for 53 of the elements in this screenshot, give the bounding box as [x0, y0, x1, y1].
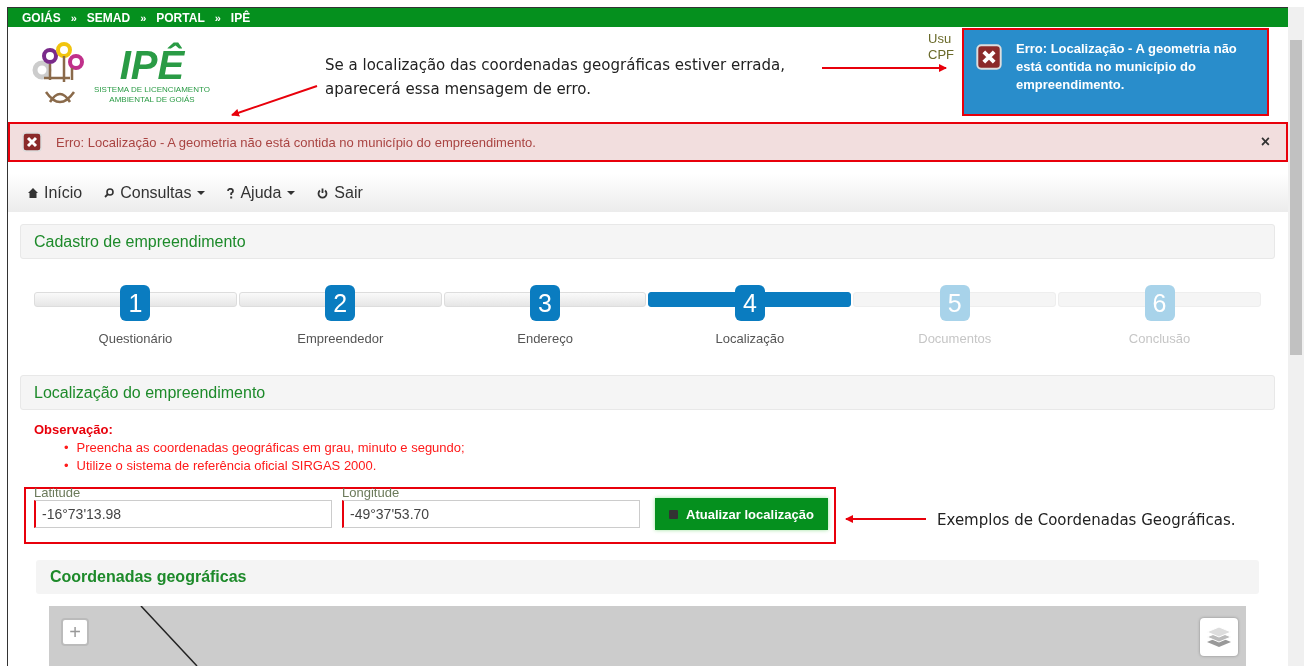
- section-heading: Localização do empreendimento: [20, 375, 1275, 410]
- user-info-text: Usu: [928, 31, 953, 47]
- observation-item: Preencha as coordenadas geográficas em grau, minuto e segundo;: [76, 439, 465, 457]
- breadcrumb-separator: »: [140, 11, 147, 24]
- step-label: Localização: [715, 331, 785, 346]
- observation-title: Observação:: [34, 422, 114, 437]
- field-label: Latitude: [34, 486, 82, 499]
- annotation-text: Exemplos de Coordenadas Geográficas.: [937, 510, 1236, 531]
- zoom-in-button[interactable]: +: [61, 618, 89, 646]
- step-label: Conclusão: [1128, 331, 1191, 346]
- breadcrumb-separator: »: [214, 11, 221, 24]
- step-label: Documentos: [918, 331, 992, 346]
- home-icon: [28, 188, 38, 198]
- breadcrumb-link[interactable]: SEMAD: [86, 10, 131, 25]
- breadcrumb-link[interactable]: GOIÁS: [22, 10, 61, 25]
- bullet: •: [64, 439, 69, 457]
- error-icon: [22, 132, 42, 152]
- map-panel-heading: Coordenadas geográficas: [36, 560, 1259, 594]
- breadcrumb-link[interactable]: PORTAL: [156, 10, 205, 25]
- step-number[interactable]: 4: [734, 285, 765, 321]
- annotation-text: Se a localização das coordenadas geográficas estiver errada, aparecerá essa mensagem de erro.: [325, 55, 786, 100]
- step-label: Endereço: [517, 331, 573, 346]
- coordinate-input[interactable]: -16°73'13.98: [34, 500, 332, 528]
- error-icon: [976, 44, 1002, 70]
- save-icon: [669, 509, 678, 519]
- nav-menu-item[interactable]: Início: [28, 184, 83, 202]
- step-label: Empreendedor: [297, 331, 384, 346]
- update-location-button[interactable]: Atualizar localização: [655, 498, 828, 530]
- layers-button[interactable]: [1200, 618, 1238, 656]
- observation-item: Utilize o sistema de referência oficial SIRGAS 2000.: [76, 457, 377, 475]
- nav-menu-item[interactable]: Sair: [317, 184, 363, 202]
- power-icon: [317, 187, 329, 199]
- layers-icon: [1206, 625, 1232, 649]
- field-label: Longitude: [342, 486, 401, 499]
- scrollbar-thumb[interactable]: [1290, 40, 1302, 355]
- close-button[interactable]: ×: [1256, 133, 1274, 151]
- breadcrumb-link[interactable]: IPÊ: [230, 10, 251, 25]
- logo-subtitle: SISTEMA DE LICENCIAMENTO AMBIENTAL DE GOIÁS: [93, 84, 211, 105]
- question-icon: [227, 187, 235, 199]
- map-road: [140, 606, 198, 666]
- search-icon: [104, 188, 115, 198]
- toast-message: Erro: Localização - A geometria não está contida no município do empreendimento.: [1016, 40, 1238, 94]
- nav-menu-item[interactable]: Ajuda: [227, 184, 296, 202]
- alert-message: Erro: Localização - A geometria não está contida no município do empreendimento.: [56, 134, 537, 150]
- coordinate-input[interactable]: -49°37'53.70: [342, 500, 640, 528]
- panel-heading: Cadastro de empreendimento: [20, 224, 1275, 259]
- nav-menu-item[interactable]: Consultas: [104, 184, 206, 202]
- step-number[interactable]: 1: [120, 285, 151, 321]
- user-info-text: CPF: [928, 47, 954, 63]
- logo-title: IPÊ: [119, 44, 185, 85]
- step-label: Questionário: [98, 331, 173, 346]
- bullet: •: [64, 457, 69, 475]
- breadcrumb-separator: »: [70, 11, 77, 24]
